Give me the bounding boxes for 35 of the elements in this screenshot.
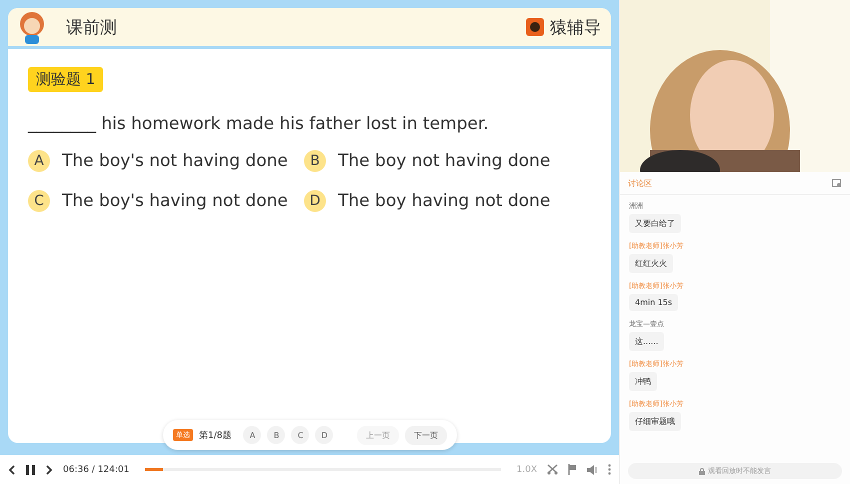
playback-time: 06:36 / 124:01 [63,464,130,474]
choice-button[interactable]: A [243,426,262,444]
option-letter: C [28,190,50,212]
page-title: 课前测 [66,16,117,38]
flag-icon[interactable] [568,464,577,475]
message-bubble: 4min 15s [629,294,678,311]
more-icon[interactable] [608,464,611,475]
chat-tab[interactable]: 讨论区 [628,178,652,188]
option-letter: D [304,190,326,212]
message-bubble: 这...... [629,332,664,351]
next-icon[interactable] [45,464,53,474]
option-text: The boy having not done [338,191,550,211]
message-bubble: 仔细审题哦 [629,412,681,431]
choice-button[interactable]: B [267,426,286,444]
lock-icon [699,468,705,474]
logo-icon [526,18,544,36]
previous-icon[interactable] [8,464,16,474]
pause-icon[interactable] [26,464,35,474]
brand-name: 猿辅导 [550,16,601,38]
choice-button[interactable]: D [315,426,334,444]
option-letter: A [28,150,50,172]
volume-icon[interactable] [587,464,598,474]
question-text: ________ his homework made his father lost in temper. [28,114,490,134]
option-text: The boy's having not done [62,191,288,211]
option-text: The boy's not having done [62,151,288,171]
message-bubble: 又要白给了 [629,214,681,233]
choice-button[interactable]: C [291,426,310,444]
option-text: The boy not having done [338,151,550,171]
option-letter: B [304,150,326,172]
question-number: 第1/8题 [199,430,232,442]
message-bubble: 红红火火 [629,254,673,273]
next-page-button[interactable]: 下一页 [405,426,447,444]
question-tag: 测验题 1 [28,67,104,92]
message-bubble: 冲鸭 [629,372,657,391]
scissors-icon[interactable] [547,464,558,475]
